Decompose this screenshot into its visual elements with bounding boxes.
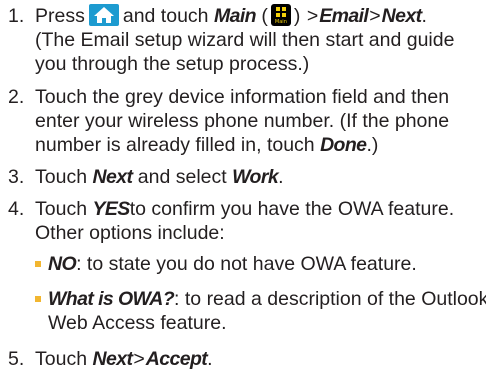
step-3-line-1: Touch Next and select Work.	[35, 166, 284, 188]
home-icon	[88, 3, 119, 26]
step-4: 4. Touch YESto confirm you have the OWA …	[8, 197, 478, 245]
step-3: 3. Touch Next and select Work.	[8, 165, 478, 189]
step-4-line-2: Other options include:	[35, 222, 225, 244]
step-2-line-2: enter your wireless phone number. (If th…	[35, 110, 450, 132]
bullet-item: What is OWA?: to read a description of t…	[35, 287, 486, 335]
step-1: 1. Press and touch Main (Main) >Email>Nex…	[8, 3, 478, 76]
step-5: 5. Touch Next>Accept.	[8, 347, 478, 371]
step-number: 4.	[8, 198, 25, 220]
bullet-marker	[35, 296, 41, 302]
step-number: 5.	[8, 348, 25, 370]
bullet-marker	[35, 261, 41, 267]
step-4-line-1: Touch YESto confirm you have the OWA fea…	[35, 198, 455, 220]
step-2-line-1: Touch the grey device information field …	[35, 86, 450, 108]
step-number: 3.	[8, 166, 25, 188]
step-number: 1.	[8, 5, 25, 27]
step-number: 2.	[8, 86, 25, 108]
bullet-item: NO: to state you do not have OWA feature…	[35, 252, 475, 276]
step-1-line-3: you through the setup process.)	[35, 53, 310, 75]
step-1-line-2: (The Email setup wizard will then start …	[35, 29, 455, 51]
step-2-line-3: number is already filled in, touch Done.…	[35, 134, 379, 156]
main-menu-icon: Main	[270, 3, 291, 26]
step-5-line-1: Touch Next>Accept.	[35, 348, 213, 370]
step-2: 2. Touch the grey device information fie…	[8, 85, 478, 157]
step-1-line-1: Press and touch Main (Main) >Email>Next.	[35, 3, 427, 27]
